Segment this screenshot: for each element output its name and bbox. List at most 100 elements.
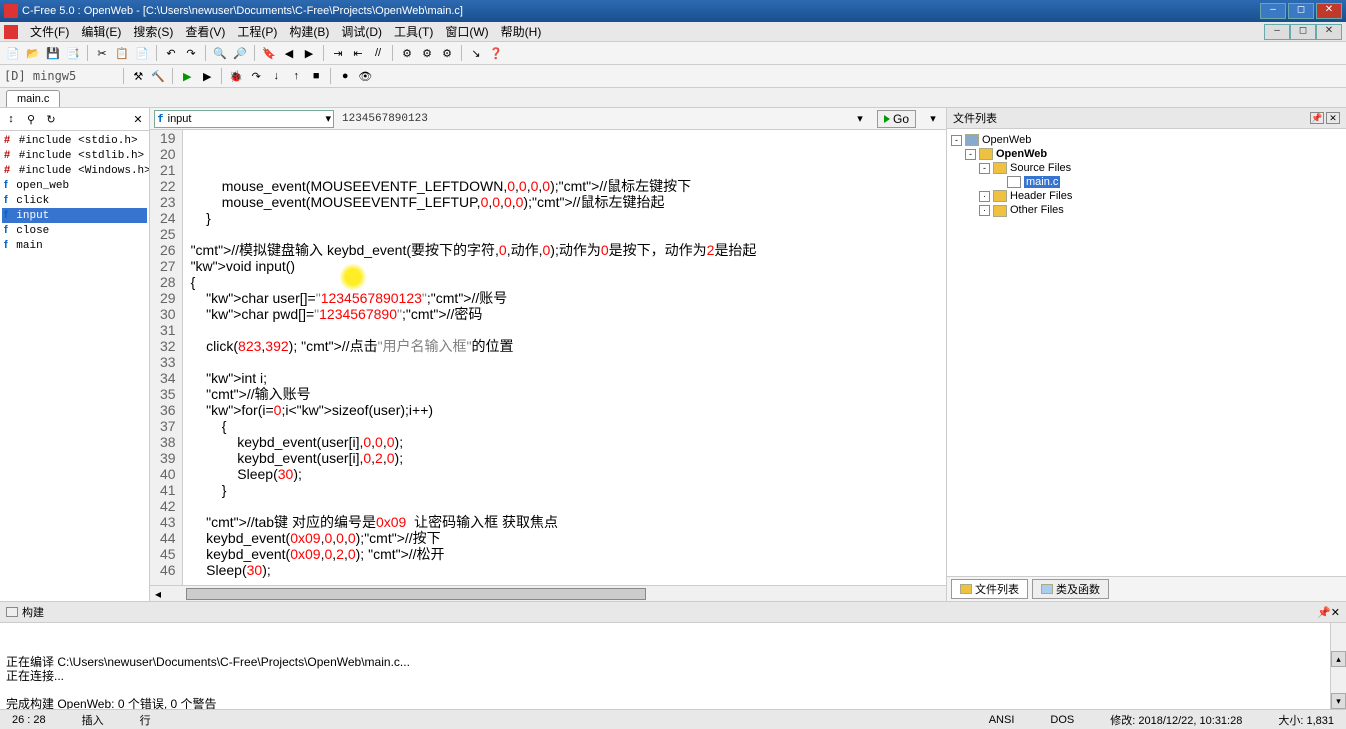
tool-button-b[interactable]: ⚙ bbox=[418, 44, 436, 62]
maximize-button[interactable]: ◻ bbox=[1288, 3, 1314, 19]
build-close-button[interactable]: ✕ bbox=[1331, 606, 1340, 619]
outdent-button[interactable]: ⇤ bbox=[349, 44, 367, 62]
collapse-icon[interactable]: - bbox=[979, 163, 990, 174]
tool-button-c[interactable]: ⚙ bbox=[438, 44, 456, 62]
code-line[interactable]: click(823,392); "cmt">//点击"用户名输入框"的位置 bbox=[191, 338, 946, 354]
menu-item[interactable]: 查看(V) bbox=[179, 23, 231, 41]
paste-button[interactable]: 📄 bbox=[133, 44, 151, 62]
open-button[interactable]: 📂 bbox=[24, 44, 42, 62]
tab-file-list[interactable]: 文件列表 bbox=[951, 579, 1028, 599]
find-button[interactable]: 🔍 bbox=[211, 44, 229, 62]
menu-item[interactable]: 工具(T) bbox=[388, 23, 439, 41]
code-line[interactable] bbox=[191, 578, 946, 585]
step-into-button[interactable]: ↓ bbox=[267, 67, 285, 85]
copy-button[interactable]: 📋 bbox=[113, 44, 131, 62]
code-line[interactable]: keybd_event(0x09,0,2,0); "cmt">//松开 bbox=[191, 546, 946, 562]
outline-item[interactable]: f close bbox=[2, 223, 147, 238]
outline-item[interactable]: f main bbox=[2, 238, 147, 253]
code-line[interactable]: { bbox=[191, 418, 946, 434]
code-line[interactable]: "kw">for(i=0;i<"kw">sizeof(user);i++) bbox=[191, 402, 946, 418]
code-editor[interactable]: 1920212223242526272829303132333435363738… bbox=[150, 130, 946, 585]
tool-button-a[interactable]: ⚙ bbox=[398, 44, 416, 62]
save-button[interactable]: 💾 bbox=[44, 44, 62, 62]
undo-button[interactable]: ↶ bbox=[162, 44, 180, 62]
menu-item[interactable]: 工程(P) bbox=[231, 23, 283, 41]
code-line[interactable]: "kw">int i; bbox=[191, 370, 946, 386]
tree-file[interactable]: main.c bbox=[951, 175, 1342, 189]
symbol-dropdown-button[interactable]: ▾ bbox=[851, 110, 869, 128]
tab-classes[interactable]: 类及函数 bbox=[1032, 579, 1109, 599]
code-line[interactable]: "kw">char pwd[]="1234567890";"cmt">//密码 bbox=[191, 306, 946, 322]
cut-button[interactable]: ✂ bbox=[93, 44, 111, 62]
code-line[interactable]: { bbox=[191, 274, 946, 290]
next-bookmark-button[interactable]: ▶ bbox=[300, 44, 318, 62]
expand-icon[interactable]: · bbox=[979, 205, 990, 216]
collapse-icon[interactable]: - bbox=[965, 149, 976, 160]
code-line[interactable]: keybd_event(0x09,0,0,0);"cmt">//按下 bbox=[191, 530, 946, 546]
mdi-minimize-button[interactable]: – bbox=[1264, 24, 1290, 40]
symbol-menu-button[interactable]: ▾ bbox=[924, 110, 942, 128]
compile-button[interactable]: ⚒ bbox=[129, 67, 147, 85]
code-line[interactable]: } bbox=[191, 210, 946, 226]
outline-close-button[interactable]: ✕ bbox=[129, 110, 147, 128]
build-vscrollbar[interactable]: ▴ ▾ bbox=[1330, 623, 1346, 709]
bookmark-button[interactable]: 🔖 bbox=[260, 44, 278, 62]
debug-button[interactable]: 🐞 bbox=[227, 67, 245, 85]
build-button[interactable]: 🔨 bbox=[149, 67, 167, 85]
save-all-button[interactable]: 📑 bbox=[64, 44, 82, 62]
collapse-icon[interactable]: - bbox=[951, 135, 962, 146]
code-line[interactable] bbox=[191, 354, 946, 370]
code-line[interactable]: } bbox=[191, 482, 946, 498]
watch-button[interactable]: 👁 bbox=[356, 67, 374, 85]
tree-folder[interactable]: -Source Files bbox=[951, 161, 1342, 175]
breakpoint-button[interactable]: ● bbox=[336, 67, 354, 85]
menu-item[interactable]: 窗口(W) bbox=[439, 23, 494, 41]
new-file-button[interactable]: 📄 bbox=[4, 44, 22, 62]
mdi-close-button[interactable]: ✕ bbox=[1316, 24, 1342, 40]
code-line[interactable]: mouse_event(MOUSEEVENTF_LEFTUP,0,0,0,0);… bbox=[191, 194, 946, 210]
menu-item[interactable]: 搜索(S) bbox=[127, 23, 179, 41]
build-output[interactable]: 正在编译 C:\Users\newuser\Documents\C-Free\P… bbox=[0, 623, 1346, 709]
code-line[interactable]: keybd_event(user[i],0,0,0); bbox=[191, 434, 946, 450]
indent-button[interactable]: ⇥ bbox=[329, 44, 347, 62]
outline-sort-button[interactable]: ↕ bbox=[2, 110, 20, 128]
code-line[interactable] bbox=[191, 226, 946, 242]
prev-bookmark-button[interactable]: ◀ bbox=[280, 44, 298, 62]
menu-item[interactable]: 文件(F) bbox=[24, 23, 75, 41]
help-button[interactable]: ❓ bbox=[487, 44, 505, 62]
close-button[interactable]: ✕ bbox=[1316, 3, 1342, 19]
code-line[interactable]: "cmt">//tab键 对应的编号是0x09 让密码输入框 获取焦点 bbox=[191, 514, 946, 530]
outline-item[interactable]: f input bbox=[2, 208, 147, 223]
stop-button[interactable]: ■ bbox=[307, 67, 325, 85]
menu-item[interactable]: 帮助(H) bbox=[495, 23, 548, 41]
minimize-button[interactable]: – bbox=[1260, 3, 1286, 19]
goto-button[interactable]: ↘ bbox=[467, 44, 485, 62]
outline-item[interactable]: # #include <stdio.h> bbox=[2, 133, 147, 148]
outline-item[interactable]: f click bbox=[2, 193, 147, 208]
code-line[interactable]: Sleep(30); bbox=[191, 562, 946, 578]
menu-item[interactable]: 构建(B) bbox=[283, 23, 335, 41]
comment-button[interactable]: // bbox=[369, 44, 387, 62]
step-over-button[interactable]: ↷ bbox=[247, 67, 265, 85]
symbol-combo[interactable]: f input ▾ bbox=[154, 110, 334, 128]
code-line[interactable]: mouse_event(MOUSEEVENTF_LEFTDOWN,0,0,0,0… bbox=[191, 178, 946, 194]
menu-item[interactable]: 编辑(E) bbox=[75, 23, 127, 41]
build-pin-button[interactable]: 📌 bbox=[1317, 606, 1331, 619]
run-button[interactable]: ▶ bbox=[178, 67, 196, 85]
outline-item[interactable]: # #include <Windows.h> bbox=[2, 163, 147, 178]
outline-item[interactable]: f open_web bbox=[2, 178, 147, 193]
outline-filter-button[interactable]: ⚲ bbox=[22, 110, 40, 128]
tree-folder[interactable]: ·Other Files bbox=[951, 203, 1342, 217]
expand-icon[interactable]: · bbox=[979, 191, 990, 202]
code-line[interactable]: "cmt">//模拟键盘输入 keybd_event(要按下的字符,0,动作,0… bbox=[191, 242, 946, 258]
build-run-button[interactable]: ▶ bbox=[198, 67, 216, 85]
panel-pin-button[interactable]: 📌 bbox=[1310, 112, 1324, 124]
menu-item[interactable]: 调试(D) bbox=[335, 23, 388, 41]
outline-refresh-button[interactable]: ↻ bbox=[42, 110, 60, 128]
code-line[interactable]: "kw">void input() bbox=[191, 258, 946, 274]
file-tree[interactable]: -OpenWeb -OpenWeb -Source Filesmain.c·He… bbox=[947, 129, 1346, 576]
code-line[interactable]: keybd_event(user[i],0,2,0); bbox=[191, 450, 946, 466]
outline-item[interactable]: # #include <stdlib.h> bbox=[2, 148, 147, 163]
step-out-button[interactable]: ↑ bbox=[287, 67, 305, 85]
panel-close-button[interactable]: ✕ bbox=[1326, 112, 1340, 124]
